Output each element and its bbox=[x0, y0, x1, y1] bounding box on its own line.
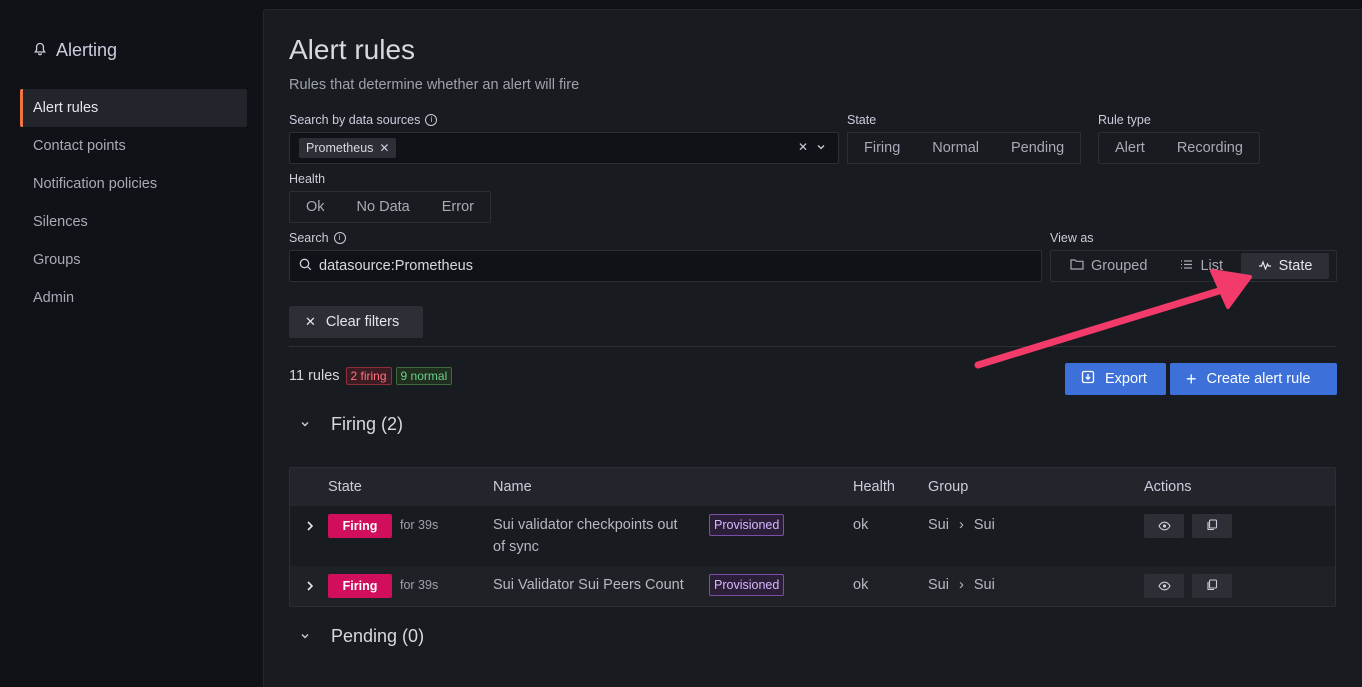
chevron-down-icon bbox=[299, 626, 311, 647]
column-header-group: Group bbox=[928, 479, 969, 495]
health-filter: Ok No Data Error bbox=[289, 191, 491, 223]
column-header-health: Health bbox=[853, 479, 895, 495]
column-header-name: Name bbox=[493, 479, 532, 495]
bell-icon bbox=[33, 40, 47, 61]
clear-filters-button[interactable]: ✕ Clear filters bbox=[289, 306, 423, 338]
group-namespace: Sui bbox=[928, 517, 949, 533]
sidebar-item-notification-policies[interactable]: Notification policies bbox=[20, 165, 247, 203]
rule-type-option-alert[interactable]: Alert bbox=[1099, 133, 1161, 163]
rules-table: State Name Health Group Actions Firing f… bbox=[289, 467, 1336, 607]
state-badge: Firing bbox=[328, 514, 392, 538]
chevron-right-icon[interactable] bbox=[303, 579, 317, 593]
health-label: Health bbox=[289, 172, 326, 186]
firing-section-title: Firing (2) bbox=[331, 414, 404, 434]
view-as-label: View as bbox=[1050, 231, 1094, 245]
state-option-pending[interactable]: Pending bbox=[995, 133, 1080, 163]
page-title: Alert rules bbox=[289, 34, 416, 65]
clear-datasource-icon[interactable]: ✕ bbox=[798, 140, 808, 154]
sidebar-item-groups[interactable]: Groups bbox=[20, 241, 247, 279]
group-namespace: Sui bbox=[928, 577, 949, 593]
datasource-picker[interactable]: Prometheus ✕ ✕ bbox=[289, 132, 839, 164]
annotation-arrow-icon bbox=[974, 269, 1252, 369]
datasource-chip-label: Prometheus bbox=[306, 141, 374, 155]
eye-icon bbox=[1157, 578, 1171, 594]
health-value: ok bbox=[853, 577, 869, 593]
view-option-state-label: State bbox=[1278, 258, 1313, 274]
column-header-actions: Actions bbox=[1144, 479, 1192, 495]
clear-filters-label: Clear filters bbox=[325, 314, 400, 330]
search-label-text: Search bbox=[289, 231, 329, 245]
state-duration: for 39s bbox=[400, 518, 439, 532]
group-path: Sui › Sui bbox=[928, 514, 995, 536]
chevron-down-icon[interactable] bbox=[816, 139, 826, 155]
chevron-right-icon: › bbox=[959, 517, 964, 533]
health-option-error[interactable]: Error bbox=[426, 192, 490, 222]
copy-icon bbox=[1206, 578, 1218, 594]
state-badge: Firing bbox=[328, 574, 392, 598]
health-value: ok bbox=[853, 517, 869, 533]
sidebar: Alerting Alert rules Contact points Noti… bbox=[0, 0, 262, 687]
chevron-down-icon bbox=[299, 414, 311, 435]
table-header: State Name Health Group Actions bbox=[290, 468, 1335, 506]
search-label: Search i bbox=[289, 231, 346, 245]
copy-icon bbox=[1206, 518, 1218, 534]
sidebar-item-silences[interactable]: Silences bbox=[20, 203, 247, 241]
rule-name-line1: Sui validator checkpoints out bbox=[493, 517, 678, 533]
copy-button[interactable] bbox=[1192, 574, 1232, 598]
rule-name-line2: of sync bbox=[493, 539, 539, 555]
rules-summary: 11 rules 2 firing 9 normal bbox=[289, 367, 453, 385]
rule-type-filter: Alert Recording bbox=[1098, 132, 1260, 164]
rule-type-option-recording[interactable]: Recording bbox=[1161, 133, 1259, 163]
search-value: datasource:Prometheus bbox=[319, 258, 473, 274]
rule-name[interactable]: Sui validator checkpoints out of sync bbox=[493, 514, 678, 558]
datasource-label-text: Search by data sources bbox=[289, 113, 421, 127]
sidebar-item-contact-points[interactable]: Contact points bbox=[20, 127, 247, 165]
view-button[interactable] bbox=[1144, 514, 1184, 538]
info-icon[interactable]: i bbox=[333, 232, 346, 244]
view-button[interactable] bbox=[1144, 574, 1184, 598]
state-duration: for 39s bbox=[400, 578, 439, 592]
health-option-no-data[interactable]: No Data bbox=[341, 192, 426, 222]
firing-section-header[interactable]: Firing (2) bbox=[299, 414, 403, 435]
sidebar-title-text: Alerting bbox=[56, 40, 118, 60]
table-row: Firing for 39s Sui Validator Sui Peers C… bbox=[290, 566, 1335, 606]
state-option-normal[interactable]: Normal bbox=[916, 133, 995, 163]
normal-count-badge: 9 normal bbox=[395, 367, 453, 385]
column-header-state: State bbox=[328, 479, 362, 495]
pending-section-title: Pending (0) bbox=[331, 626, 425, 646]
pending-section-header[interactable]: Pending (0) bbox=[299, 626, 424, 647]
chevron-right-icon[interactable] bbox=[303, 519, 317, 533]
remove-chip-icon[interactable]: ✕ bbox=[379, 141, 389, 155]
datasource-label: Search by data sources i bbox=[289, 113, 438, 127]
close-icon: ✕ bbox=[305, 314, 316, 329]
sidebar-item-admin[interactable]: Admin bbox=[20, 279, 247, 317]
firing-count-badge: 2 firing bbox=[345, 367, 392, 385]
eye-icon bbox=[1157, 518, 1171, 534]
search-input[interactable]: datasource:Prometheus bbox=[289, 250, 1042, 282]
provisioned-badge: Provisioned bbox=[709, 574, 785, 596]
state-option-firing[interactable]: Firing bbox=[848, 133, 916, 163]
rule-type-label: Rule type bbox=[1098, 113, 1151, 127]
group-name: Sui bbox=[973, 577, 995, 593]
copy-button[interactable] bbox=[1192, 514, 1232, 538]
sidebar-item-alert-rules[interactable]: Alert rules bbox=[20, 89, 247, 127]
state-label: State bbox=[847, 113, 877, 127]
info-icon[interactable]: i bbox=[425, 114, 438, 126]
rule-name[interactable]: Sui Validator Sui Peers Count bbox=[493, 574, 684, 596]
provisioned-badge: Provisioned bbox=[709, 514, 785, 536]
group-path: Sui › Sui bbox=[928, 574, 995, 596]
table-row: Firing for 39s Sui validator checkpoints… bbox=[290, 506, 1335, 566]
datasource-chip: Prometheus ✕ bbox=[299, 138, 397, 158]
group-name: Sui bbox=[973, 517, 995, 533]
health-option-ok[interactable]: Ok bbox=[290, 192, 341, 222]
state-filter: Firing Normal Pending bbox=[847, 132, 1082, 164]
chevron-right-icon: › bbox=[959, 577, 964, 593]
search-icon bbox=[299, 258, 312, 274]
rules-count: 11 rules bbox=[289, 368, 340, 384]
sidebar-title: Alerting bbox=[33, 40, 117, 61]
page-subtitle: Rules that determine whether an alert wi… bbox=[289, 77, 580, 93]
